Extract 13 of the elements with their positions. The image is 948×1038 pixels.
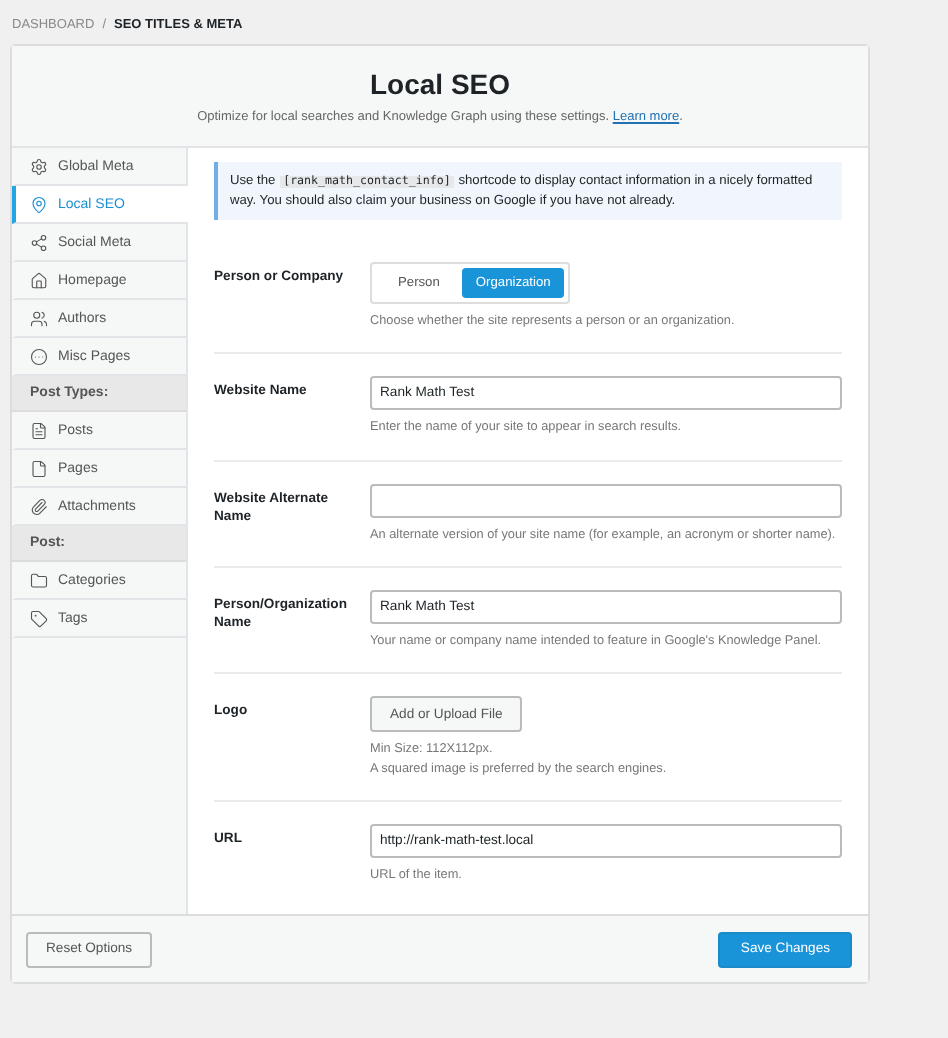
map-pin-icon bbox=[30, 195, 48, 213]
tag-icon bbox=[30, 609, 48, 627]
house-icon bbox=[30, 271, 48, 289]
folder-icon bbox=[30, 571, 48, 589]
page-title: Local SEO bbox=[369, 68, 511, 100]
users-icon bbox=[30, 309, 48, 327]
page-icon bbox=[30, 459, 48, 477]
ellipsis-circle-icon bbox=[30, 347, 48, 365]
share-icon bbox=[30, 233, 48, 251]
text-field[interactable] bbox=[370, 483, 842, 518]
paperclip-icon bbox=[30, 497, 48, 515]
gear-icon bbox=[30, 157, 48, 175]
document-icon bbox=[30, 421, 48, 439]
